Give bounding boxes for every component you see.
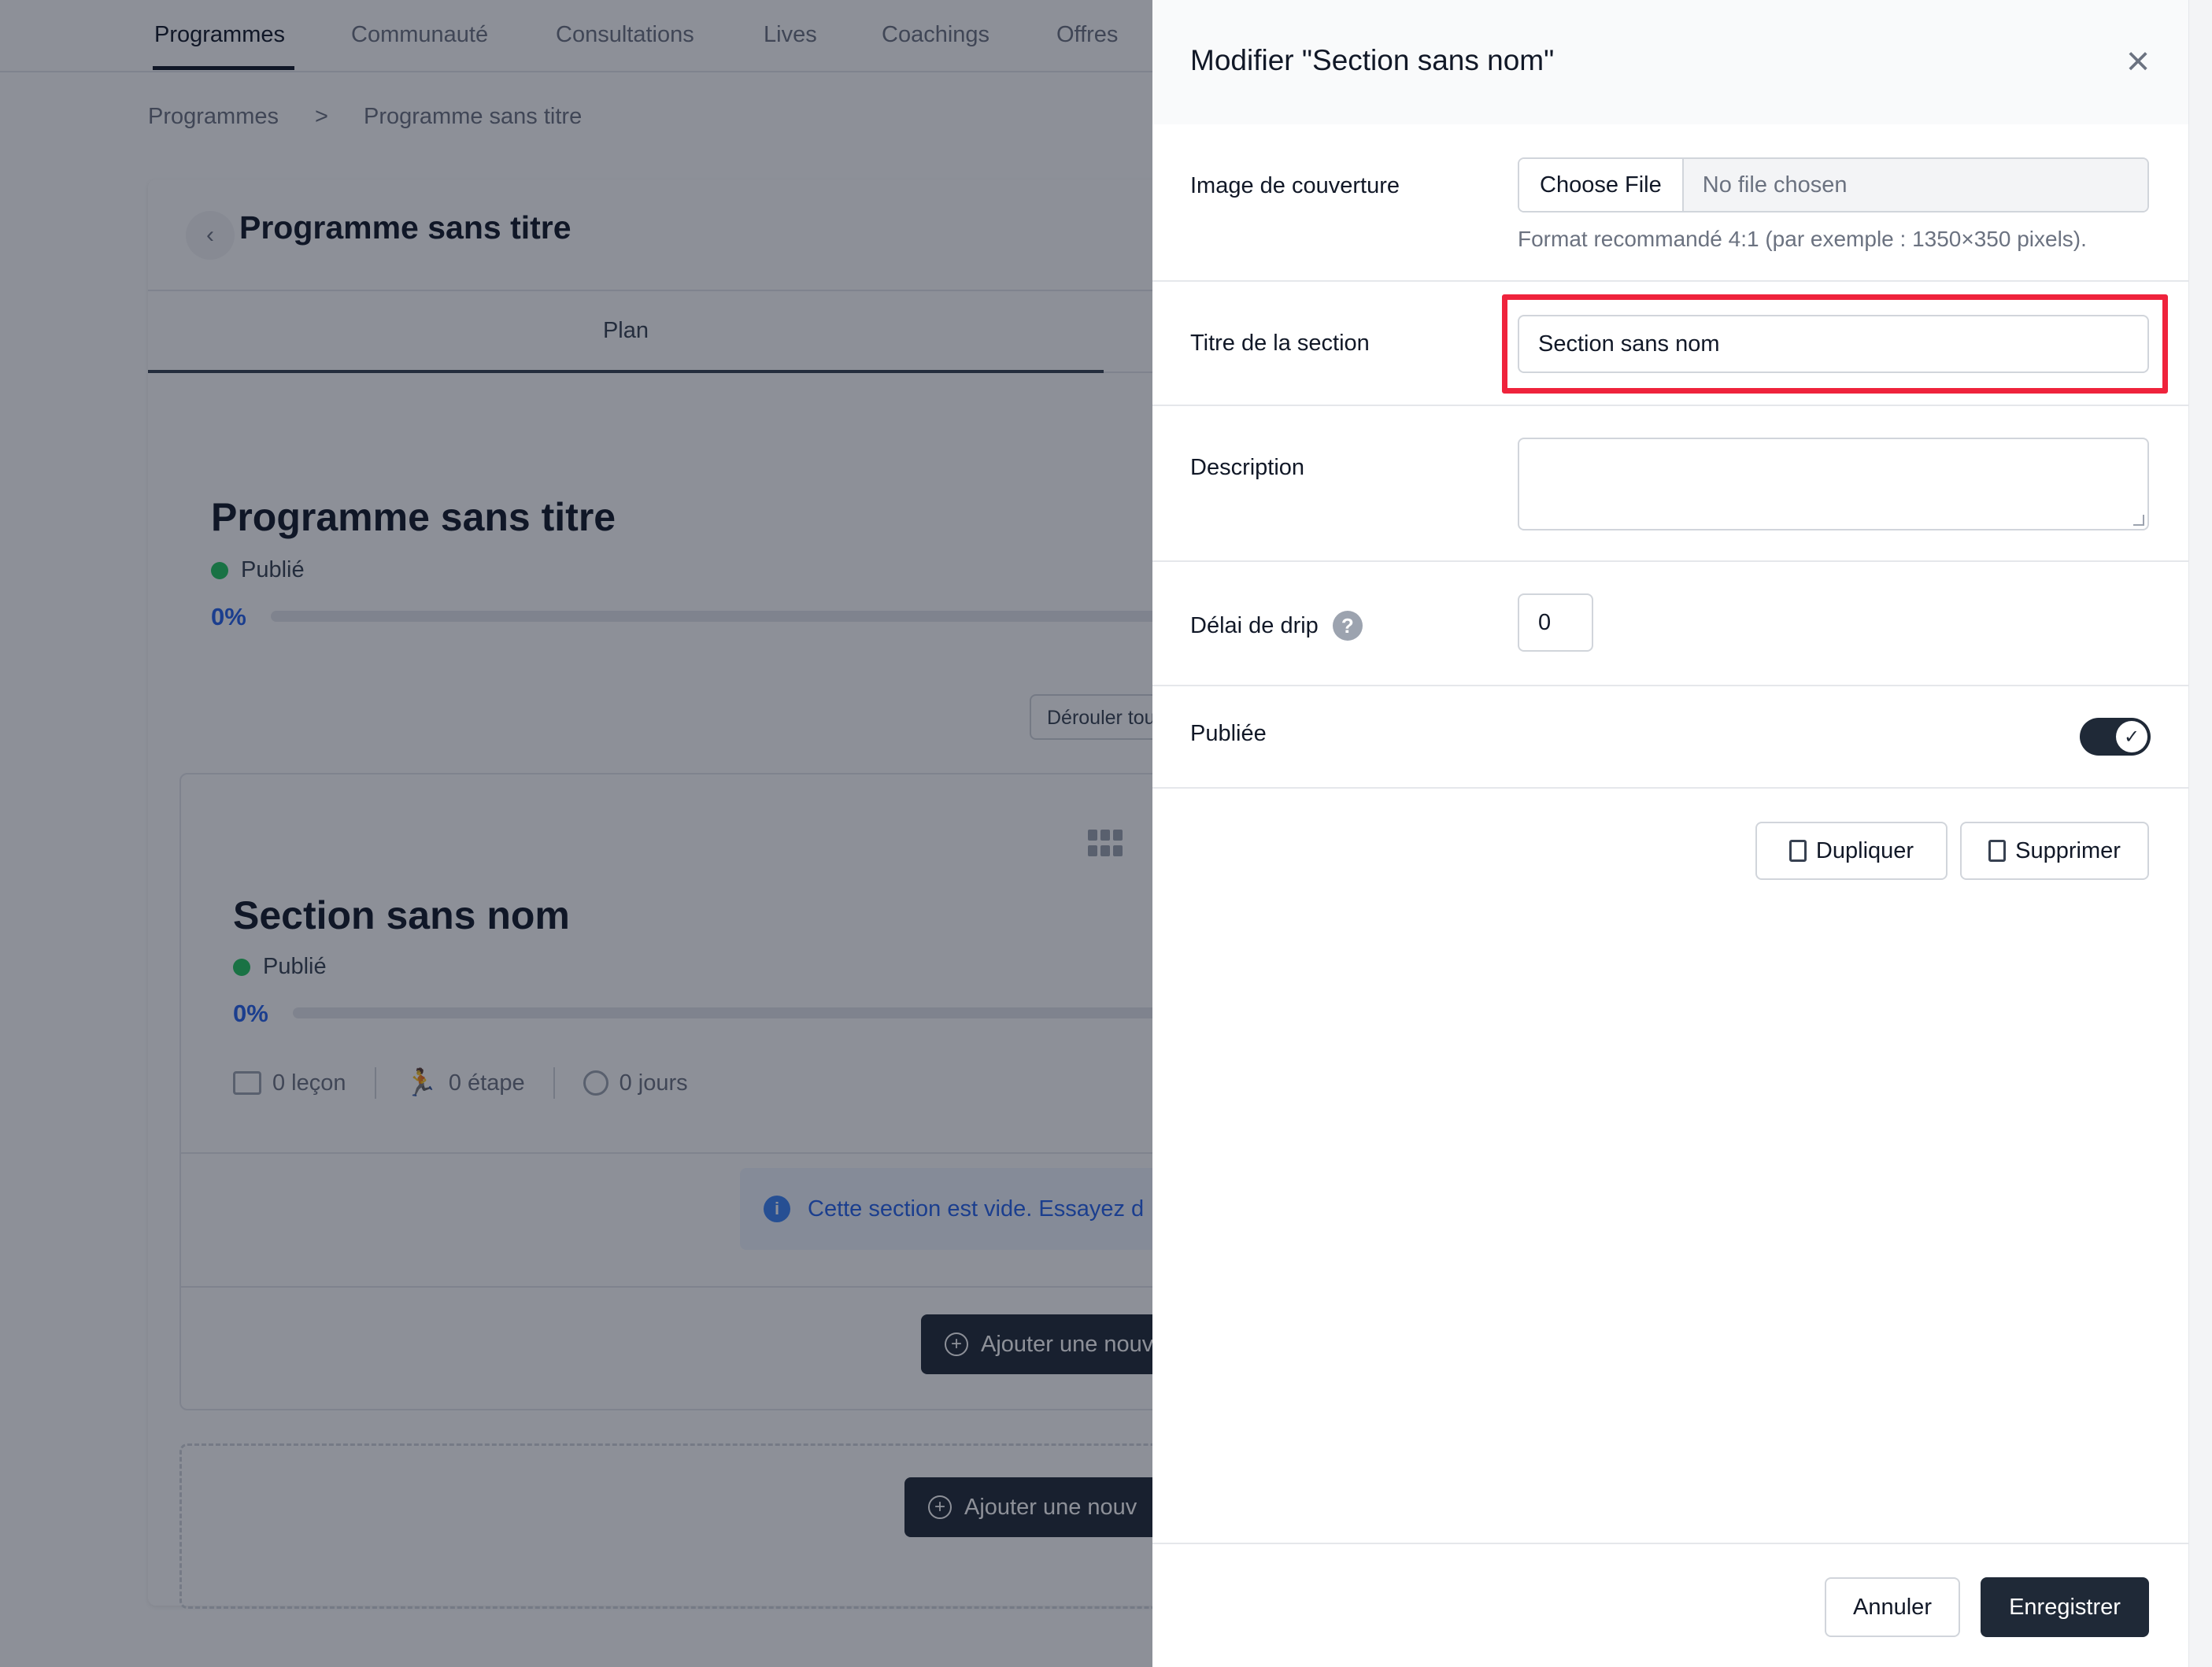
cancel-button[interactable]: Annuler [1825, 1577, 1960, 1637]
description-label: Description [1190, 455, 1305, 480]
drip-delay-label: Délai de drip [1190, 612, 1319, 638]
panel-footer: Annuler Enregistrer [1152, 1543, 2188, 1667]
file-status: No file chosen [1683, 159, 2147, 211]
description-textarea[interactable] [1518, 438, 2149, 530]
check-icon: ✓ [2116, 721, 2147, 752]
published-label: Publiée [1190, 721, 1267, 746]
published-toggle[interactable]: ✓ [2080, 718, 2151, 756]
drip-delay-input[interactable]: 0 [1518, 593, 1593, 652]
resize-handle-icon[interactable] [2133, 515, 2144, 526]
trash-icon [1988, 840, 2007, 862]
cover-image-label: Image de couverture [1190, 173, 1400, 198]
choose-file-button[interactable]: Choose File [1519, 159, 1684, 211]
copy-icon [1788, 840, 1807, 862]
cover-image-row: Image de couverture Choose File No file … [1152, 124, 2188, 282]
duplicate-button[interactable]: Dupliquer [1755, 822, 1948, 880]
close-icon[interactable]: × [2113, 36, 2163, 87]
published-row: Publiée [1152, 686, 2188, 789]
panel-header: Modifier "Section sans nom" × [1152, 0, 2188, 124]
drip-delay-row: Délai de drip ? [1152, 562, 2188, 686]
help-icon[interactable]: ? [1332, 611, 1363, 641]
delete-button[interactable]: Supprimer [1960, 822, 2149, 880]
save-button[interactable]: Enregistrer [1981, 1577, 2149, 1637]
edit-section-panel: Modifier "Section sans nom" × Image de c… [1152, 0, 2188, 1667]
cover-image-file-input[interactable]: Choose File No file chosen [1518, 157, 2149, 213]
cover-image-hint: Format recommandé 4:1 (par exemple : 135… [1518, 227, 2087, 251]
drip-delay-label-group: Délai de drip ? [1190, 611, 1363, 641]
panel-title: Modifier "Section sans nom" [1190, 44, 1555, 76]
delete-label: Supprimer [2015, 837, 2121, 863]
section-title-input[interactable]: Section sans nom [1518, 315, 2149, 373]
duplicate-label: Dupliquer [1815, 837, 1914, 863]
panel-scrollbar[interactable] [2188, 0, 2212, 1667]
section-title-label: Titre de la section [1190, 331, 1370, 356]
